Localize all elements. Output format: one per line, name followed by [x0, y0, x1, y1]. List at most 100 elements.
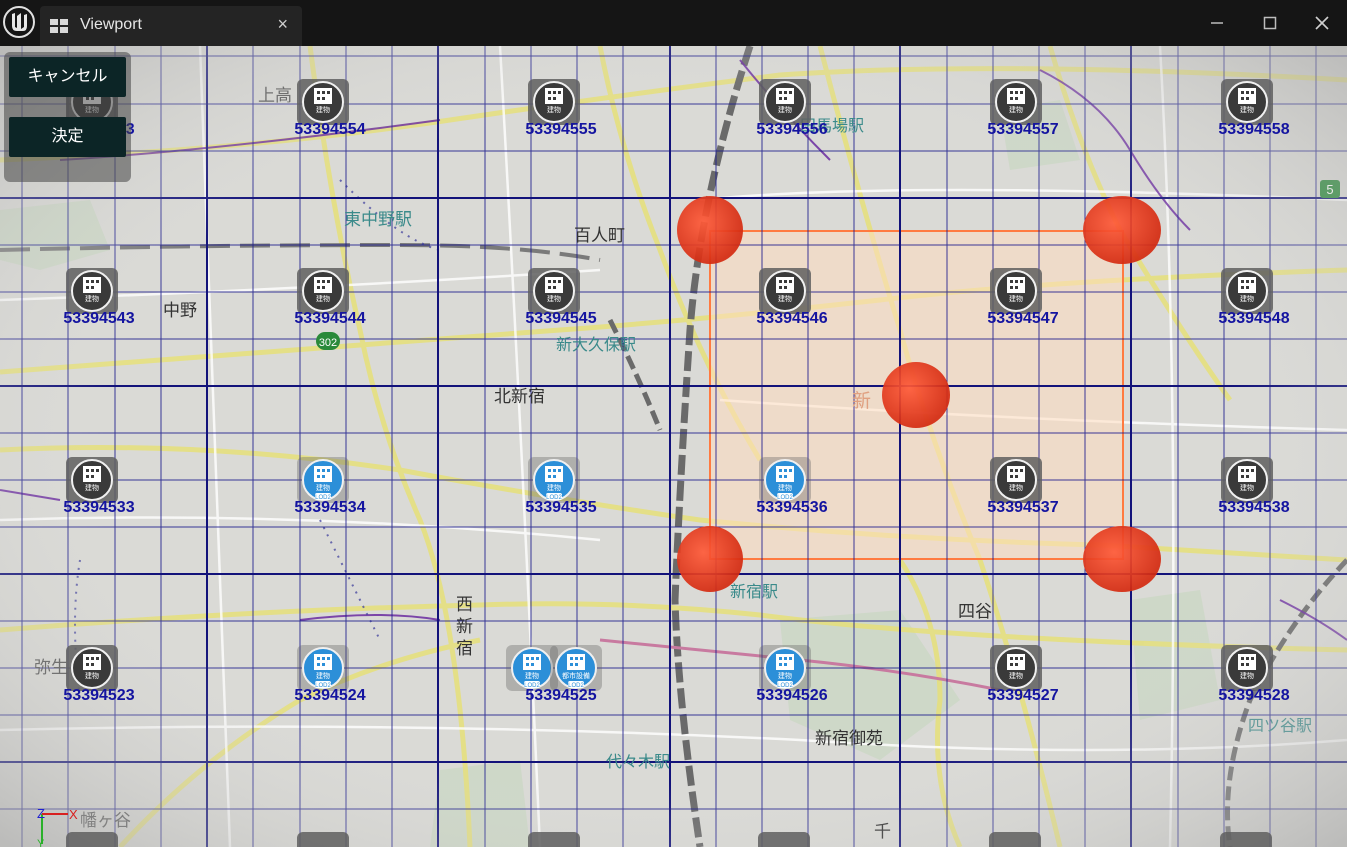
tile-icon-partial — [1220, 832, 1272, 847]
mesh-code-label: 53394557 — [987, 121, 1059, 138]
building-lod2-icon: 建物 LOD2 — [759, 457, 811, 503]
building-icon: 建物 — [759, 268, 811, 314]
maximize-icon[interactable] — [1255, 8, 1285, 38]
svg-text:建物: 建物 — [1240, 483, 1254, 492]
mesh-tile[interactable]: 建物 53394543 — [34, 268, 164, 330]
mesh-tile[interactable]: 建物 53394558 — [1189, 79, 1319, 141]
svg-text:建物: 建物 — [316, 671, 330, 680]
handle-bottom-right[interactable] — [1083, 526, 1161, 592]
mesh-code-label: 53394526 — [756, 687, 828, 704]
mesh-tile[interactable]: 建物 53394546 — [727, 268, 857, 330]
mesh-code-label: 53394538 — [1218, 499, 1290, 516]
mesh-tile[interactable]: 建物 LOD2 53394536 — [727, 457, 857, 519]
building-icon: 建物 — [759, 79, 811, 125]
mesh-code-label: 53394527 — [987, 687, 1059, 704]
mesh-tile[interactable]: 建物 53394548 — [1189, 268, 1319, 330]
mesh-tile[interactable]: 建物 53394527 — [958, 645, 1088, 707]
mesh-tile[interactable]: 建物 53394545 — [496, 268, 626, 330]
mesh-tile[interactable]: 建物 53394533 — [34, 457, 164, 519]
svg-text:建物: 建物 — [316, 294, 330, 303]
mesh-code-label: 53394528 — [1218, 687, 1290, 704]
svg-text:都市設備: 都市設備 — [562, 671, 590, 680]
label-nishi-shin: 新 — [456, 617, 473, 637]
title-bar: Viewport × — [0, 0, 1347, 46]
mesh-code-label: 53394534 — [294, 499, 366, 516]
mesh-tile[interactable]: 建物 53394538 — [1189, 457, 1319, 519]
mesh-code-label: 53394555 — [525, 121, 597, 138]
mesh-tile[interactable]: 建物 LOD2 53394524 — [265, 645, 395, 707]
tile-icon-partial — [528, 832, 580, 847]
svg-text:建物: 建物 — [525, 671, 539, 680]
svg-text:建物: 建物 — [85, 671, 99, 680]
mesh-code-label: 53394543 — [63, 310, 135, 327]
building-icon: 建物 — [66, 268, 118, 314]
tab-label: Viewport — [80, 16, 142, 33]
mesh-code-label: 53394544 — [294, 310, 366, 327]
map-canvas[interactable]: 5 302 東中野駅 百人町 中野 新大久保駅 北新宿 四谷 新宿御苑 代々木駅… — [0, 46, 1347, 847]
svg-text:建物: 建物 — [778, 671, 792, 680]
label-kita-shinjuku: 北新宿 — [494, 387, 545, 407]
mesh-code-label: 53394523 — [63, 687, 135, 704]
handle-bottom-left[interactable] — [677, 526, 743, 592]
svg-text:建物: 建物 — [316, 105, 330, 114]
svg-text:建物: 建物 — [1009, 483, 1023, 492]
svg-text:302: 302 — [319, 337, 337, 349]
cancel-button[interactable]: キャンセル — [9, 57, 126, 97]
svg-text:建物: 建物 — [316, 483, 330, 492]
confirm-button[interactable]: 決定 — [9, 117, 126, 157]
svg-text:建物: 建物 — [1240, 105, 1254, 114]
svg-text:建物: 建物 — [778, 294, 792, 303]
svg-text:建物: 建物 — [547, 483, 561, 492]
label-nishi-shuku: 宿 — [456, 639, 473, 659]
building-icon: 建物 — [990, 645, 1042, 691]
mesh-code-label: 53394558 — [1218, 121, 1290, 138]
mesh-tile[interactable]: 建物 53394544 — [265, 268, 395, 330]
svg-text:建物: 建物 — [1240, 671, 1254, 680]
svg-text:建物: 建物 — [1009, 294, 1023, 303]
close-window-icon[interactable] — [1307, 8, 1337, 38]
mesh-tile[interactable]: 建物 LOD2 53394535 — [496, 457, 626, 519]
mesh-code-label: 53394537 — [987, 499, 1059, 516]
building-icon: 建物 — [990, 268, 1042, 314]
mesh-code-label: 53394535 — [525, 499, 597, 516]
label-hyakunincho: 百人町 — [574, 226, 625, 246]
route-badge-302: 302 — [316, 332, 340, 350]
label-sen: 千 — [874, 822, 891, 842]
mesh-tile[interactable]: 建物 53394528 — [1189, 645, 1319, 707]
tab-close-icon[interactable]: × — [277, 14, 288, 35]
mesh-tile[interactable]: 建物 53394523 — [34, 645, 164, 707]
axis-gizmo: Z X Y — [37, 806, 78, 847]
building-icon: 建物 — [1221, 457, 1273, 503]
handle-top-left[interactable] — [677, 196, 743, 264]
mesh-tile[interactable]: 建物 53394555 — [496, 79, 626, 141]
mesh-tile[interactable]: 建物 53394554 — [265, 79, 395, 141]
tile-icon-partial — [758, 832, 810, 847]
handle-center[interactable] — [882, 362, 950, 428]
building-lod2-icon: 建物 LOD2 — [528, 457, 580, 503]
label-shinjuku-gyoen: 新宿御苑 — [815, 729, 883, 749]
svg-text:建物: 建物 — [778, 105, 792, 114]
svg-text:建物: 建物 — [85, 483, 99, 492]
mesh-tile[interactable]: 建物 LOD2 53394526 — [727, 645, 857, 707]
mesh-tile[interactable]: 建物 53394547 — [958, 268, 1088, 330]
label-hatagaya: 幡ヶ谷 — [80, 811, 131, 831]
axis-x-label: X — [69, 807, 78, 822]
unreal-engine-logo-icon[interactable] — [2, 4, 36, 40]
urban-facility-icon: 都市設備 LOD2 — [550, 645, 602, 691]
mesh-tile[interactable]: 建物 53394557 — [958, 79, 1088, 141]
mesh-tile[interactable]: 建物 LOD2 53394534 — [265, 457, 395, 519]
tile-icon-partial — [989, 832, 1041, 847]
mesh-code-label: 53394554 — [294, 121, 366, 138]
mesh-tile[interactable]: 建物 53394537 — [958, 457, 1088, 519]
building-icon: 建物 — [1221, 268, 1273, 314]
viewport-layout-icon — [50, 19, 68, 33]
label-yotsuya-station: 四ツ谷駅 — [1248, 716, 1312, 735]
tab-viewport[interactable]: Viewport × — [40, 6, 302, 46]
minimize-icon[interactable] — [1202, 8, 1232, 38]
mesh-tile[interactable]: 建物 LOD2 都市設備 LOD2 53394525 — [496, 645, 626, 707]
handle-top-right[interactable] — [1083, 196, 1161, 264]
viewport[interactable]: 5 302 東中野駅 百人町 中野 新大久保駅 北新宿 四谷 新宿御苑 代々木駅… — [0, 46, 1347, 847]
building-icon: 建物 — [990, 457, 1042, 503]
mesh-tile[interactable]: 建物 53394556 — [727, 79, 857, 141]
svg-text:建物: 建物 — [547, 105, 561, 114]
